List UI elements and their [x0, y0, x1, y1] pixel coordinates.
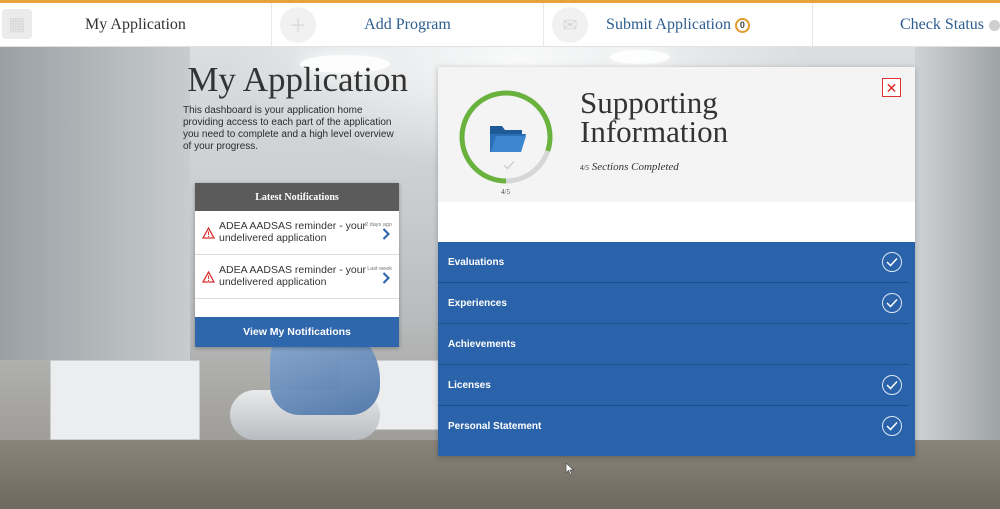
background-wall-right	[915, 40, 1000, 460]
check-circle-icon	[882, 293, 902, 313]
check-circle-icon	[882, 416, 902, 436]
chevron-right-icon	[382, 272, 390, 284]
notifications-header: Latest Notifications	[195, 183, 399, 211]
notification-item[interactable]: ADEA AADSAS reminder - your undelivered …	[195, 211, 399, 255]
check-circle-icon	[882, 252, 902, 272]
nav-tab-label: Add Program	[364, 16, 451, 33]
sections-list: Evaluations Experiences Achievements Lic…	[438, 242, 915, 456]
check-circle-icon	[882, 375, 902, 395]
nav-tab-label: Submit Application	[606, 16, 731, 33]
notification-text: ADEA AADSAS reminder - your undelivered …	[219, 220, 367, 244]
top-nav: ▦ My Application ＋ Add Program ✉ Submit …	[0, 0, 1000, 47]
section-row-licenses[interactable]: Licenses	[438, 365, 909, 406]
background-cabinet	[50, 360, 200, 440]
notification-text: ADEA AADSAS reminder - your undelivered …	[219, 264, 367, 288]
close-button[interactable]: ✕	[882, 78, 901, 97]
chevron-right-icon	[382, 228, 390, 240]
progress-fraction: 4/5	[501, 188, 510, 196]
nav-tab-label: Check Status	[900, 16, 984, 33]
nav-ghost-icon: ✉	[552, 7, 588, 43]
nav-tab-my-application[interactable]: ▦ My Application	[0, 3, 272, 47]
notifications-card: Latest Notifications ADEA AADSAS reminde…	[195, 183, 399, 347]
notification-item[interactable]: ADEA AADSAS reminder - your undelivered …	[195, 255, 399, 299]
nav-tab-submit-application[interactable]: ✉ Submit Application 0	[544, 3, 813, 47]
section-row-personal-statement[interactable]: Personal Statement	[438, 406, 909, 447]
submit-count-badge: 0	[734, 17, 750, 33]
intro-description: This dashboard is your application home …	[183, 105, 394, 152]
section-label: Personal Statement	[448, 421, 542, 432]
section-label: Licenses	[448, 379, 491, 391]
section-row-experiences[interactable]: Experiences	[438, 283, 909, 324]
warning-icon	[202, 227, 215, 239]
nav-ghost-icon: ＋	[280, 7, 316, 43]
status-dot-icon	[989, 19, 1000, 31]
mouse-cursor-icon	[565, 462, 575, 476]
nav-tab-check-status[interactable]: Check Status	[813, 3, 1000, 47]
ceiling-light	[610, 50, 670, 64]
nav-tab-add-program[interactable]: ＋ Add Program	[272, 3, 544, 47]
nav-ghost-icon: ▦	[2, 9, 32, 39]
folder-icon	[490, 126, 526, 152]
supporting-information-panel: 4/5 Supporting Information 4/5 Sections …	[438, 67, 915, 456]
section-row-achievements[interactable]: Achievements	[438, 324, 909, 365]
panel-subtitle: 4/5 Sections Completed	[580, 161, 679, 173]
sections-completed-label: Sections Completed	[591, 161, 679, 173]
view-notifications-button[interactable]: View My Notifications	[195, 317, 399, 347]
panel-spacer	[438, 202, 915, 242]
section-row-evaluations[interactable]: Evaluations	[438, 242, 909, 283]
background-wall-left	[0, 40, 190, 360]
warning-icon	[202, 271, 215, 283]
section-label: Evaluations	[448, 256, 505, 268]
section-label: Achievements	[448, 338, 516, 350]
nav-tab-label: My Application	[85, 16, 186, 33]
panel-title-text: Supporting Information	[580, 85, 729, 149]
panel-title: Supporting Information	[580, 85, 760, 149]
page-title: My Application	[187, 60, 408, 99]
sections-completed-count: 4/5	[580, 164, 589, 172]
check-icon	[503, 160, 515, 170]
section-label: Experiences	[448, 297, 507, 309]
